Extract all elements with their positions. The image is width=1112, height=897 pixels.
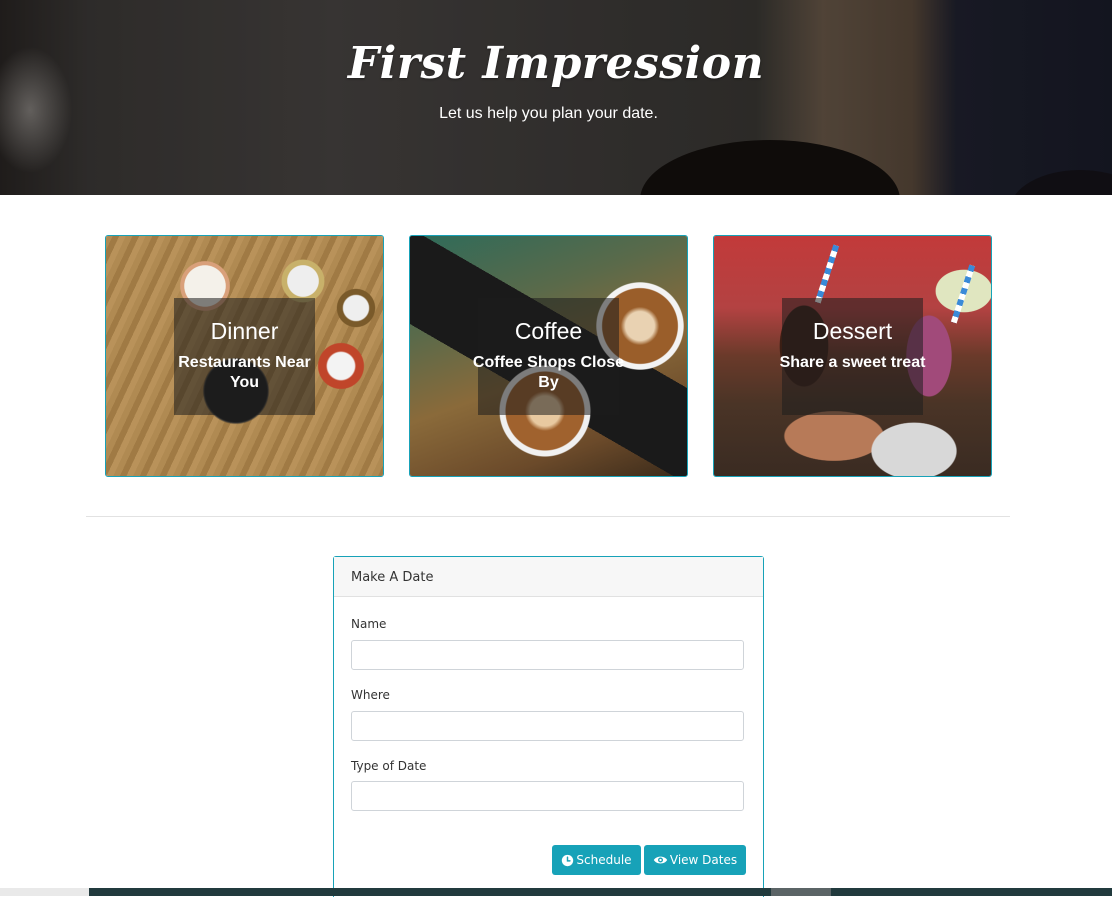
card-dessert[interactable]: Dessert Share a sweet treat <box>713 235 992 477</box>
hero-shade <box>0 0 1112 195</box>
card-title: Dessert <box>812 318 893 344</box>
view-dates-label: View Dates <box>669 853 738 867</box>
card-title: Dinner <box>210 318 279 344</box>
card-subtitle: Share a sweet treat <box>779 354 926 371</box>
footer-strip-left <box>0 888 89 896</box>
name-input[interactable] <box>351 640 744 670</box>
card-subtitle: Coffee Shops Close By <box>472 354 625 391</box>
card-coffee[interactable]: Coffee Coffee Shops Close By <box>409 235 688 477</box>
clock-icon <box>561 854 574 867</box>
where-input[interactable] <box>351 711 744 741</box>
type-of-date-input[interactable] <box>351 781 744 811</box>
form-header: Make A Date <box>334 557 763 597</box>
hero-title: First Impression <box>347 38 765 89</box>
card-title: Coffee <box>514 318 583 344</box>
type-of-date-label: Type of Date <box>351 759 427 773</box>
footer-bar <box>89 888 1112 896</box>
section-divider <box>86 516 1010 517</box>
scroll-thumb[interactable] <box>771 888 831 896</box>
name-label: Name <box>351 617 387 631</box>
eye-icon <box>653 854 668 866</box>
hero-subtitle: Let us help you plan your date. <box>439 105 658 122</box>
card-dinner[interactable]: Dinner Restaurants Near You <box>105 235 384 477</box>
where-label: Where <box>351 688 390 702</box>
schedule-button[interactable]: Schedule <box>552 845 641 875</box>
hero-banner: First Impression Let us help you plan yo… <box>0 0 1112 195</box>
view-dates-button[interactable]: View Dates <box>644 845 746 875</box>
schedule-label: Schedule <box>576 853 632 867</box>
make-date-form: Make A Date Name Where Type of Date Sche… <box>333 556 764 897</box>
card-subtitle: Restaurants Near You <box>178 354 311 391</box>
